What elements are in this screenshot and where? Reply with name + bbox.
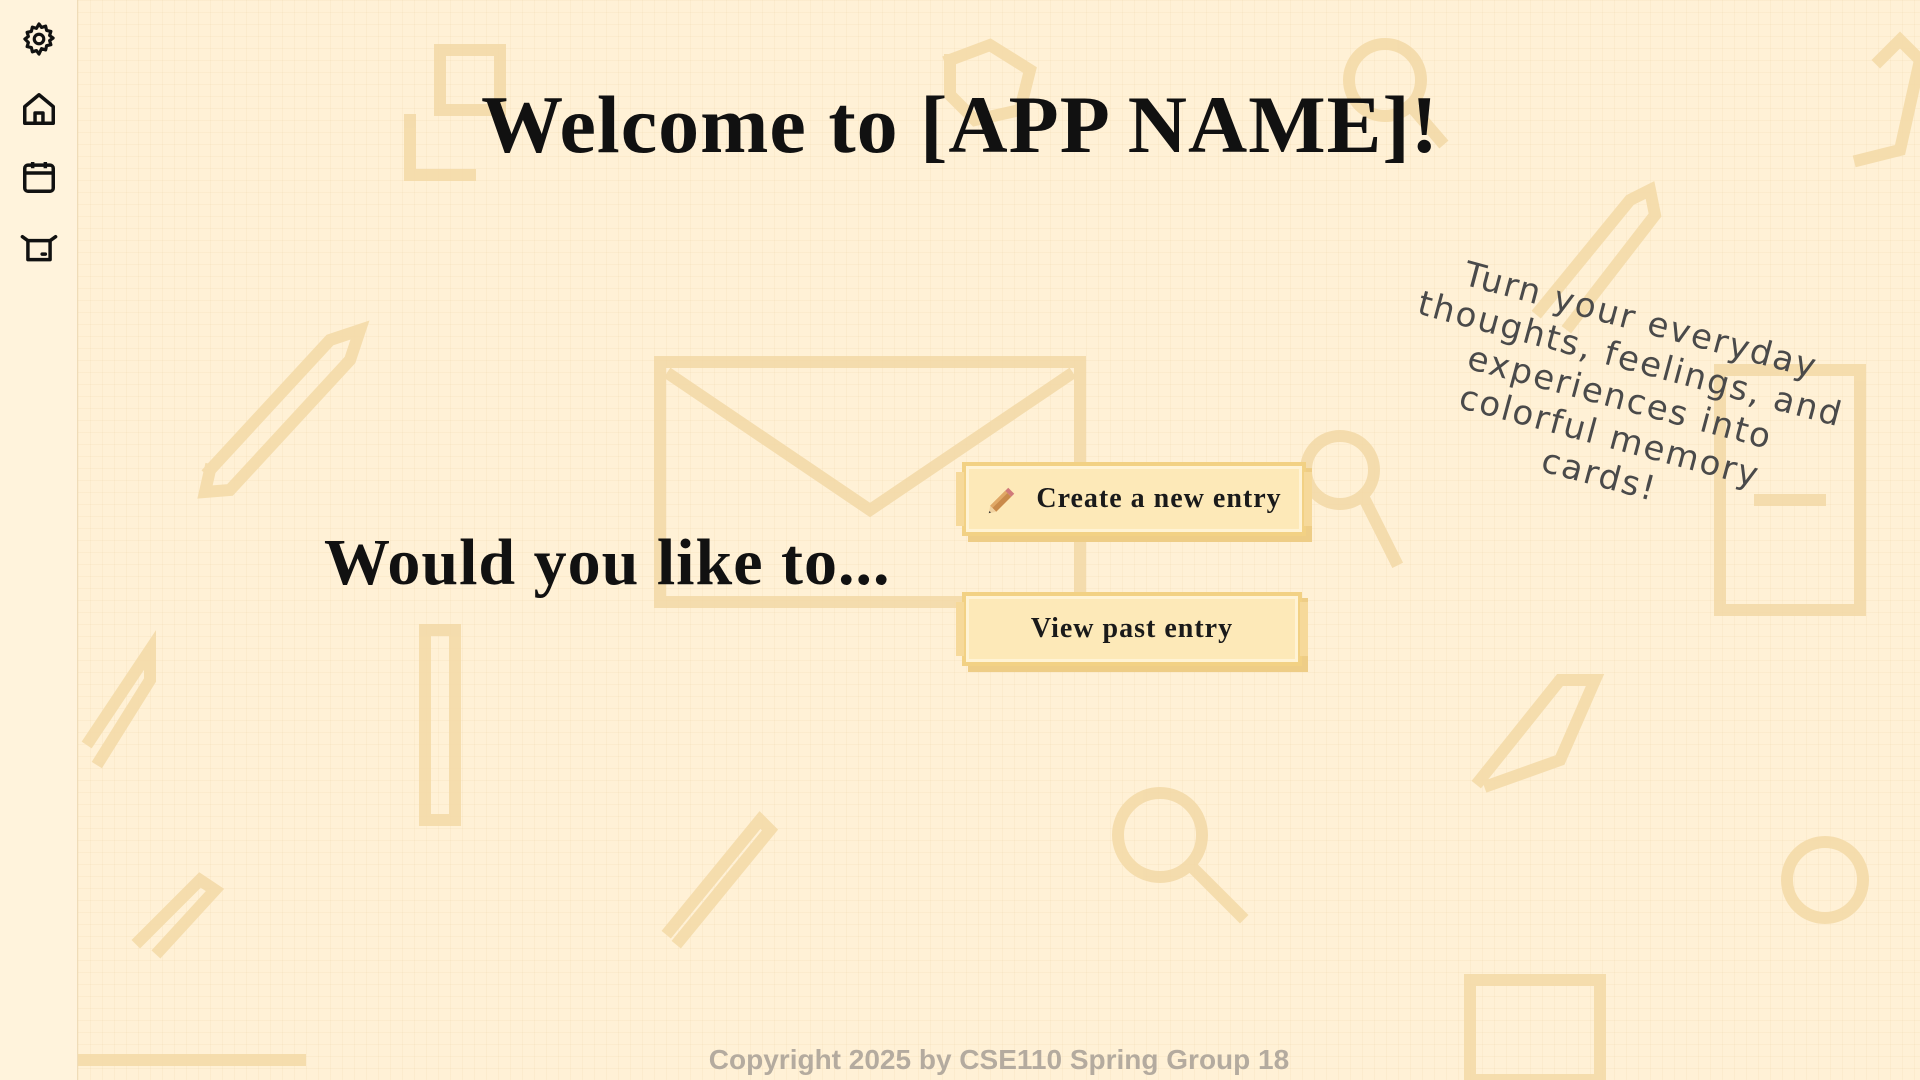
basket-icon <box>20 234 58 262</box>
page-title: Welcome to [APP NAME]! <box>0 78 1920 172</box>
view-entry-label: View past entry <box>1030 613 1234 644</box>
create-entry-label: Create a new entry <box>1036 483 1282 514</box>
view-entry-button[interactable]: View past entry <box>956 592 1308 666</box>
tagline: Turn your everyday thoughts, feelings, a… <box>1413 254 1848 510</box>
copyright-footer: Copyright 2025 by CSE110 Spring Group 18 <box>708 1044 1290 1075</box>
settings-button[interactable] <box>14 14 64 64</box>
gear-icon <box>23 22 55 56</box>
page-title-text: Welcome to [APP NAME]! <box>481 79 1439 170</box>
basket-button[interactable] <box>14 222 64 272</box>
pencil-icon <box>989 487 1015 514</box>
prompt-question: Would you like to... <box>324 526 891 599</box>
create-entry-button[interactable]: Create a new entry <box>956 462 1312 536</box>
